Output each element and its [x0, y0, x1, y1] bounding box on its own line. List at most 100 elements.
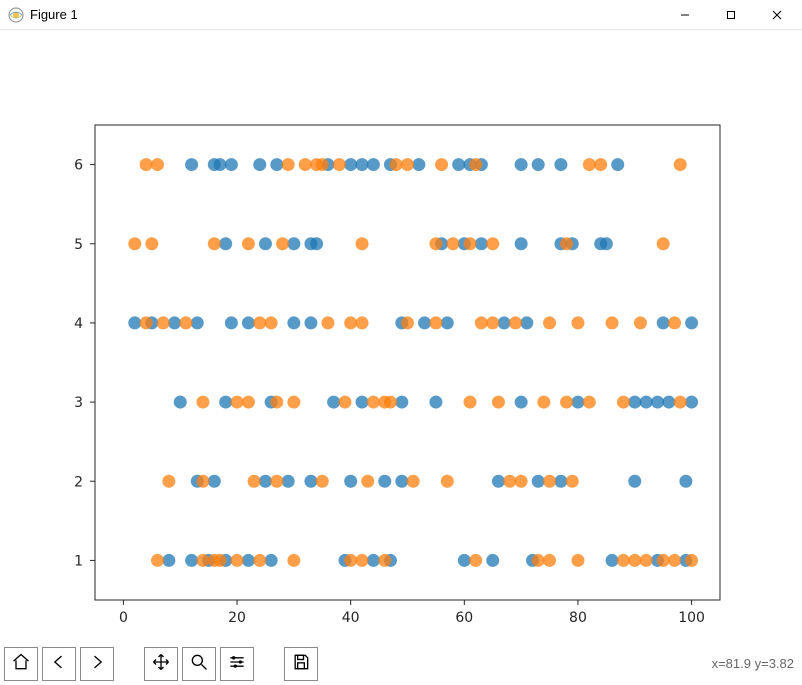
scatter-point — [304, 475, 317, 488]
scatter-point — [270, 158, 283, 171]
scatter-point — [441, 475, 454, 488]
scatter-point — [395, 475, 408, 488]
scatter-point — [282, 158, 295, 171]
scatter-point — [145, 237, 158, 250]
scatter-point — [287, 396, 300, 409]
scatter-point — [611, 158, 624, 171]
scatter-point — [344, 316, 357, 329]
scatter-point — [208, 475, 221, 488]
y-tick-label: 5 — [74, 237, 83, 253]
home-icon — [11, 652, 31, 675]
scatter-point — [571, 396, 584, 409]
scatter-point — [168, 316, 181, 329]
x-tick-label: 80 — [569, 610, 587, 626]
scatter-point — [174, 396, 187, 409]
scatter-point — [634, 316, 647, 329]
scatter-point — [316, 158, 329, 171]
scatter-point — [316, 475, 329, 488]
scatter-point — [310, 237, 323, 250]
scatter-point — [469, 158, 482, 171]
scatter-point — [543, 475, 556, 488]
scatter-point — [668, 554, 681, 567]
scatter-point — [367, 396, 380, 409]
scatter-point — [674, 158, 687, 171]
save-button[interactable] — [284, 647, 318, 681]
scatter-point — [560, 237, 573, 250]
scatter-point — [429, 396, 442, 409]
scatter-point — [583, 158, 596, 171]
scatter-point — [128, 237, 141, 250]
scatter-point — [628, 554, 641, 567]
scatter-point — [537, 396, 550, 409]
scatter-point — [583, 396, 596, 409]
y-tick-label: 3 — [74, 395, 83, 411]
scatter-point — [265, 554, 278, 567]
configure-subplots-button[interactable] — [220, 647, 254, 681]
scatter-point — [435, 158, 448, 171]
window-minimize-button[interactable] — [662, 0, 708, 30]
scatter-point — [486, 237, 499, 250]
home-button[interactable] — [4, 647, 38, 681]
scatter-point — [248, 475, 261, 488]
scatter-point — [356, 158, 369, 171]
scatter-point — [356, 316, 369, 329]
scatter-point — [356, 237, 369, 250]
scatter-point — [600, 237, 613, 250]
zoom-icon — [189, 652, 209, 675]
scatter-point — [407, 475, 420, 488]
scatter-point — [657, 554, 670, 567]
forward-button[interactable] — [80, 647, 114, 681]
scatter-point — [532, 554, 545, 567]
scatter-point — [140, 316, 153, 329]
y-tick-label: 4 — [74, 316, 83, 332]
scatter-point — [157, 316, 170, 329]
scatter-point — [515, 237, 528, 250]
scatter-point — [554, 158, 567, 171]
pan-button[interactable] — [144, 647, 178, 681]
scatter-point — [333, 158, 346, 171]
scatter-point — [270, 396, 283, 409]
x-tick-label: 20 — [228, 610, 246, 626]
scatter-point — [128, 316, 141, 329]
scatter-point — [231, 554, 244, 567]
x-tick-label: 40 — [342, 610, 360, 626]
scatter-point — [287, 237, 300, 250]
scatter-point — [452, 158, 465, 171]
window-maximize-button[interactable] — [708, 0, 754, 30]
scatter-point — [594, 158, 607, 171]
scatter-point — [651, 396, 664, 409]
plot-canvas[interactable]: 020406080100123456 — [0, 30, 802, 641]
scatter-point — [327, 396, 340, 409]
scatter-point — [441, 316, 454, 329]
scatter-point — [486, 554, 499, 567]
scatter-point — [509, 316, 522, 329]
scatter-point — [543, 316, 556, 329]
scatter-point — [214, 554, 227, 567]
axes-frame — [95, 125, 720, 600]
scatter-point — [418, 316, 431, 329]
scatter-point — [219, 396, 232, 409]
scatter-point — [685, 396, 698, 409]
scatter-point — [395, 396, 408, 409]
scatter-point — [151, 158, 164, 171]
scatter-point — [378, 475, 391, 488]
scatter-point — [151, 554, 164, 567]
scatter-point — [356, 396, 369, 409]
scatter-point — [225, 316, 238, 329]
scatter-point — [299, 158, 312, 171]
scatter-point — [571, 554, 584, 567]
scatter-point — [492, 396, 505, 409]
move-icon — [151, 652, 171, 675]
window-close-button[interactable] — [754, 0, 800, 30]
scatter-point — [214, 158, 227, 171]
scatter-point — [384, 396, 397, 409]
scatter-point — [498, 316, 511, 329]
x-tick-label: 0 — [119, 610, 128, 626]
zoom-button[interactable] — [182, 647, 216, 681]
scatter-point — [356, 554, 369, 567]
save-icon — [291, 652, 311, 675]
back-button[interactable] — [42, 647, 76, 681]
scatter-point — [339, 396, 352, 409]
scatter-point — [469, 554, 482, 567]
scatter-point — [196, 554, 209, 567]
